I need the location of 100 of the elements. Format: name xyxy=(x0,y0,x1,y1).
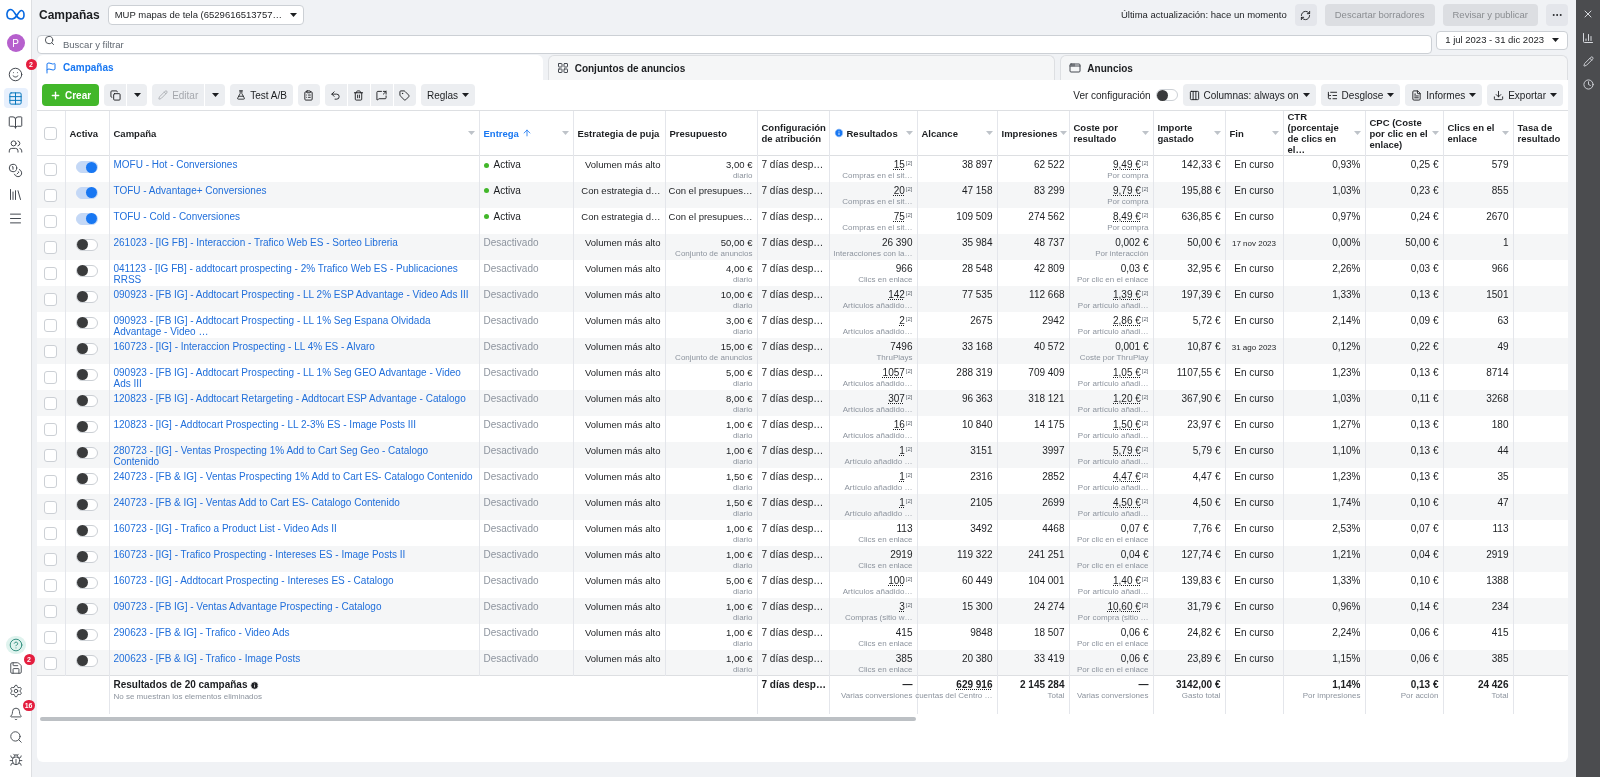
refresh-button[interactable] xyxy=(1294,4,1317,26)
campaign-link[interactable]: 120823 - [IG] - Addtocart Prospecting - LL 2-3% ES - Image Posts III xyxy=(113,418,475,430)
checkbox[interactable] xyxy=(44,188,58,202)
campaign-link[interactable]: 280723 - [IG] - Ventas Prospecting 1% Add to Cart Seg Geo - Catalogo Contenido xyxy=(113,444,475,467)
campaign-link[interactable]: 261023 - [IG FB] - Interaccion - Trafico Web ES - Sorteo Libreria xyxy=(113,236,475,248)
toggle-switch[interactable] xyxy=(76,628,98,641)
checkbox[interactable] xyxy=(44,422,58,436)
toggle-switch[interactable] xyxy=(76,394,98,407)
rules-button[interactable]: Reglas xyxy=(420,84,476,106)
toggle-switch[interactable] xyxy=(76,212,98,225)
ab-test-button[interactable]: Test A/B xyxy=(230,84,293,106)
column-header[interactable]: CPC (Coste por clic en el enlace) xyxy=(1365,111,1443,156)
toggle-switch[interactable] xyxy=(76,290,98,303)
column-header[interactable]: Estrategia de puja xyxy=(573,111,665,156)
campaign-link[interactable]: 160723 - [IG] - Interaccion Prospecting - LL 4% ES - Alvaro xyxy=(113,340,475,352)
checkbox[interactable] xyxy=(44,344,58,358)
column-header[interactable]: Impresiones xyxy=(997,111,1069,156)
campaign-link[interactable]: 090923 - [FB IG] - Addtocart Prospecting - LL 1% Seg GEO Advantage - Video Ads III xyxy=(113,366,475,389)
reports-button[interactable]: Informes xyxy=(1405,84,1483,106)
campaign-link[interactable]: 090923 - [FB IG] - Addtocart Prospecting - LL 1% Seg Espana Olvidada Advantage - Video … xyxy=(113,314,475,337)
checkbox[interactable] xyxy=(44,266,58,280)
column-header[interactable]: Activa xyxy=(65,111,109,156)
tag-button[interactable] xyxy=(393,84,416,106)
scrollbar[interactable] xyxy=(40,716,916,721)
column-header[interactable]: Alcance xyxy=(917,111,997,156)
checkbox[interactable] xyxy=(44,474,58,488)
checkbox[interactable] xyxy=(44,214,58,228)
checkbox[interactable] xyxy=(44,163,58,177)
create-button[interactable]: Crear xyxy=(42,84,100,106)
campaign-link[interactable]: 200623 - [FB & IG] - Trafico - Image Posts xyxy=(113,652,475,664)
campaign-link[interactable]: 090923 - [FB IG] - Addtocart Prospecting - LL 2% ESP Advantage - Video Ads III xyxy=(113,288,475,300)
toggle-switch[interactable] xyxy=(76,498,98,511)
toggle-switch[interactable] xyxy=(76,161,98,173)
campaign-link[interactable]: 160723 - [IG] - Addtocart Prospecting - Intereses ES - Catalogo xyxy=(113,574,475,586)
toggle-switch[interactable] xyxy=(76,186,98,199)
checkbox[interactable] xyxy=(44,500,58,514)
share-button[interactable] xyxy=(370,84,393,106)
tab[interactable]: Campañas xyxy=(37,55,543,80)
campaign-link[interactable]: 290623 - [FB & IG] - Trafico - Video Ads xyxy=(113,626,475,638)
campaign-link[interactable]: MOFU - Hot - Conversiones xyxy=(113,159,475,170)
column-header[interactable]: Presupuesto xyxy=(665,111,757,156)
checkbox[interactable] xyxy=(44,370,58,384)
toggle-switch[interactable] xyxy=(76,576,98,589)
more-button[interactable] xyxy=(1546,4,1568,26)
column-header[interactable]: Clics en el enlace xyxy=(1443,111,1513,156)
checkbox[interactable] xyxy=(44,318,58,332)
toggle-switch[interactable] xyxy=(76,342,98,355)
checkbox[interactable] xyxy=(44,240,58,254)
export-button[interactable]: Exportar xyxy=(1487,84,1563,106)
toggle-switch[interactable] xyxy=(76,420,98,433)
checkbox[interactable] xyxy=(44,127,58,141)
dropdown-button[interactable] xyxy=(127,84,148,106)
columns-button[interactable]: Columnas: always on xyxy=(1182,84,1316,106)
toggle-switch[interactable] xyxy=(76,524,98,537)
breakdown-button[interactable]: Desglose xyxy=(1320,84,1401,106)
toggle-switch[interactable] xyxy=(1155,89,1178,101)
toggle-switch[interactable] xyxy=(76,602,98,615)
toggle-switch[interactable] xyxy=(76,446,98,459)
checkbox[interactable] xyxy=(44,656,58,670)
column-header[interactable]: Entrega xyxy=(479,111,573,156)
duplicate-button[interactable] xyxy=(104,84,127,106)
date-range-button[interactable]: 1 jul 2023 - 31 dic 2023 xyxy=(1436,30,1568,50)
campaign-link[interactable]: TOFU - Cold - Conversiones xyxy=(113,210,475,222)
campaign-link[interactable]: 160723 - [IG] - Trafico Prospecting - Intereses ES - Image Posts II xyxy=(113,548,475,560)
campaign-link[interactable]: 041123 - [IG FB] - addtocart prospecting - 2% Trafico Web ES - Publicaciones RRSS xyxy=(113,262,475,285)
logo-icon[interactable] xyxy=(5,8,26,20)
campaign-link[interactable]: 090723 - [FB IG] - Ventas Advantage Prospecting - Catalogo xyxy=(113,600,475,612)
search-field[interactable]: Buscar y filtrar xyxy=(37,34,1433,54)
dropdown-button[interactable] xyxy=(205,84,226,106)
delete-button[interactable] xyxy=(347,84,370,106)
campaign-link[interactable]: TOFU - Advantage+ Conversiones xyxy=(113,184,475,196)
checkbox[interactable] xyxy=(44,396,58,410)
column-header[interactable]: Campaña xyxy=(109,111,479,156)
undo-button[interactable] xyxy=(324,84,347,106)
column-header[interactable]: Fin xyxy=(1225,111,1283,156)
campaign-link[interactable]: 120823 - [FB IG] - Addtocart Retargeting - Addtocart ESP Advantage - Catalogo xyxy=(113,392,475,404)
campaign-link[interactable]: 160723 - [IG] - Trafico a Product List - Video Ads II xyxy=(113,522,475,534)
account-dropdown[interactable]: MUP mapas de tela (6529616513757… xyxy=(107,5,304,25)
toggle-switch[interactable] xyxy=(76,264,98,277)
campaign-link[interactable]: 240723 - [FB & IG] - Ventas Prospecting 1% Add to Cart ES- Catalogo Contenido xyxy=(113,470,475,482)
column-header[interactable]: CTR (porcentaje de clics en el… xyxy=(1283,111,1365,156)
column-header[interactable]: Resultados xyxy=(829,111,917,156)
toggle-switch[interactable] xyxy=(76,550,98,563)
checkbox[interactable] xyxy=(44,526,58,540)
toggle-switch[interactable] xyxy=(76,654,98,667)
tab[interactable]: Anuncios xyxy=(1060,55,1568,80)
avatar[interactable]: P xyxy=(6,34,25,52)
campaign-link[interactable]: 240723 - [FB & IG] - Ventas Add to Cart ES- Catalogo Contenido xyxy=(113,496,475,508)
checkbox[interactable] xyxy=(44,448,58,462)
clipboard-button[interactable] xyxy=(297,84,320,106)
toggle-switch[interactable] xyxy=(76,472,98,485)
checkbox[interactable] xyxy=(44,292,58,306)
toggle-switch[interactable] xyxy=(76,238,98,251)
column-header[interactable]: Tasa de resultado xyxy=(1513,111,1568,156)
toggle-switch[interactable] xyxy=(76,316,98,329)
tab[interactable]: Conjuntos de anuncios xyxy=(547,55,1056,80)
checkbox[interactable] xyxy=(44,552,58,566)
checkbox[interactable] xyxy=(44,578,58,592)
checkbox[interactable] xyxy=(44,630,58,644)
column-header[interactable]: Importe gastado xyxy=(1153,111,1225,156)
